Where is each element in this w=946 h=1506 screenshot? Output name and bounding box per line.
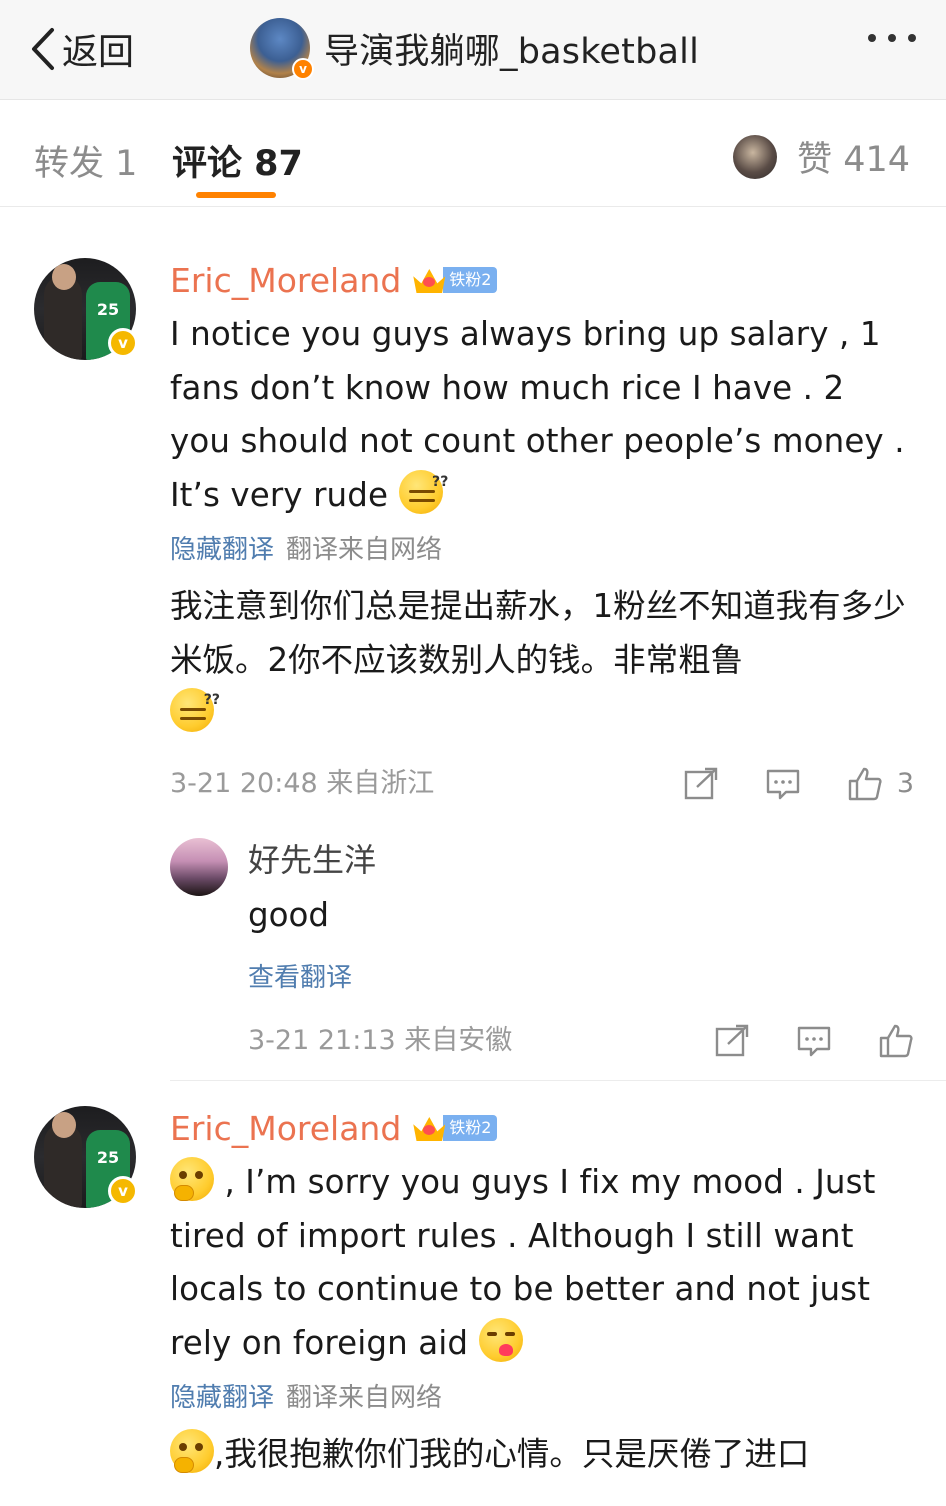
header-profile[interactable]: v 导演我躺哪_basketball	[250, 18, 699, 80]
dizzy-face-emoji-icon	[398, 456, 449, 514]
reply-meta-row: 3-21 21:13 来自安徽	[248, 1016, 914, 1066]
back-label: 返回	[62, 32, 135, 73]
avatar[interactable]: 25 v	[34, 258, 138, 360]
likes-label: 赞 414	[797, 140, 910, 180]
like-button[interactable]: 3	[847, 766, 914, 802]
verified-badge-icon: v	[108, 328, 138, 358]
chevron-left-icon	[32, 28, 54, 70]
share-button[interactable]	[714, 1023, 750, 1059]
like-button[interactable]	[878, 1023, 914, 1059]
view-translation-link[interactable]: 查看翻译	[248, 958, 914, 998]
comment-timestamp: 3-21 20:48 来自浙江	[170, 767, 435, 799]
tab-likes[interactable]: 赞 414	[733, 131, 910, 182]
reply-username[interactable]: 好先生洋	[248, 838, 914, 882]
comment-text-en: I notice you guys always bring up salary…	[170, 315, 905, 514]
reply-button[interactable]	[765, 766, 801, 802]
comment-text-zh: ,我很抱歉你们我的心情。只是厌倦了进口	[214, 1435, 810, 1473]
back-button[interactable]: 返回	[28, 22, 134, 76]
fan-badge[interactable]: 铁粉2	[411, 265, 498, 295]
thinking-face-emoji-icon	[170, 1157, 214, 1201]
translate-row: 隐藏翻译 翻译来自网络	[170, 1378, 914, 1418]
fan-badge[interactable]: 铁粉2	[411, 1113, 498, 1143]
avatar[interactable]: 25 v	[34, 1106, 138, 1208]
hide-translation-link[interactable]: 隐藏翻译	[170, 1383, 274, 1413]
translate-row: 隐藏翻译 翻译来自网络	[170, 530, 914, 570]
active-tab-indicator	[196, 192, 276, 198]
liker-avatar	[733, 134, 778, 179]
comment-text-en: , I’m sorry you guys I fix my mood . Jus…	[170, 1163, 876, 1362]
translation-source: 翻译来自网络	[286, 1383, 443, 1413]
hide-translation-link[interactable]: 隐藏翻译	[170, 535, 274, 565]
share-icon	[715, 1024, 749, 1057]
crown-icon	[411, 265, 447, 295]
comment-text: I notice you guys always bring up salary…	[170, 308, 914, 522]
translation-source: 翻译来自网络	[286, 535, 443, 565]
comment-username[interactable]: Eric_Moreland	[170, 261, 401, 300]
share-icon	[684, 767, 718, 799]
comment-text: , I’m sorry you guys I fix my mood . Jus…	[170, 1156, 914, 1370]
share-button[interactable]	[683, 766, 719, 802]
comment-meta-row: 3-21 20:48 来自浙江 3	[170, 759, 914, 809]
thumbs-up-icon	[848, 767, 882, 800]
fan-level-label: 铁粉2	[443, 1115, 498, 1141]
comment-translation: ,我很抱歉你们我的心情。只是厌倦了进口	[170, 1428, 914, 1482]
kiss-face-emoji-icon	[478, 1317, 523, 1362]
tab-comments[interactable]: 评论 87	[172, 135, 303, 186]
comment-username[interactable]: Eric_Moreland	[170, 1109, 401, 1148]
comment-translation: 我注意到你们总是提出薪水，1粉丝不知道我有多少米饭。2你不应该数别人的钱。非常粗…	[170, 580, 914, 741]
comment-text-zh: 我注意到你们总是提出薪水，1粉丝不知道我有多少米饭。2你不应该数别人的钱。非常粗…	[170, 587, 906, 679]
like-count: 3	[896, 768, 914, 799]
thinking-face-emoji-icon	[170, 1429, 214, 1473]
verified-badge-icon: v	[292, 58, 314, 80]
crown-icon	[411, 1113, 447, 1143]
fan-level-label: 铁粉2	[443, 267, 498, 293]
comment-icon	[766, 769, 800, 799]
top-bar: 返回 v 导演我躺哪_basketball	[0, 0, 946, 100]
divider	[170, 1080, 946, 1081]
avatar[interactable]	[170, 838, 228, 896]
more-options-icon[interactable]	[868, 34, 916, 42]
page-title: 导演我躺哪_basketball	[324, 31, 699, 72]
tab-repost[interactable]: 转发 1	[34, 135, 137, 186]
comment-icon	[797, 1026, 831, 1057]
reply-button[interactable]	[796, 1023, 832, 1059]
verified-badge-icon: v	[108, 1176, 138, 1206]
avatar[interactable]: v	[250, 18, 314, 80]
reply-timestamp: 3-21 21:13 来自安徽	[248, 1025, 513, 1056]
reply-text: good	[248, 896, 330, 934]
dizzy-face-emoji-icon	[170, 674, 220, 732]
thumbs-up-icon	[879, 1024, 913, 1058]
tab-bar: 转发 1 评论 87 赞 414	[0, 101, 946, 207]
